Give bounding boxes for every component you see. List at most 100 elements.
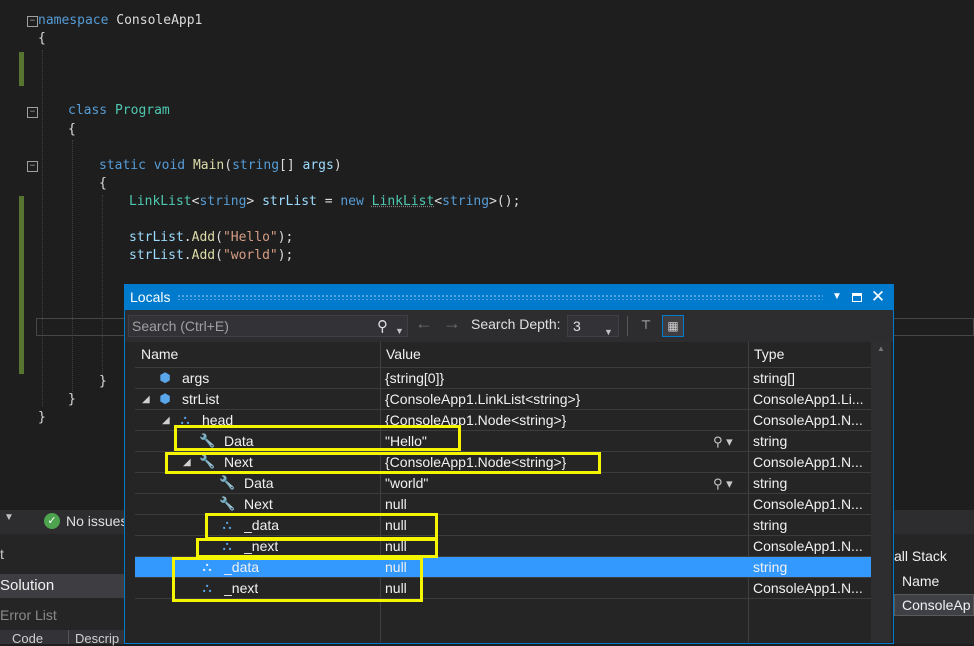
no-issues-label[interactable]: No issues [66,513,127,529]
row-name: Next [244,496,273,512]
highlight-box [174,425,461,451]
call-stack-frame-label: ConsoleAp [902,597,971,613]
row-type: ConsoleApp1.N... [753,412,863,428]
change-bar [19,52,24,86]
code-line: LinkList<string> strList = new LinkList<… [129,194,521,209]
variable-cube-icon: ⬢ [159,370,171,385]
solution-tab-label: Solution [0,577,55,594]
collapse-icon[interactable]: − [27,161,38,172]
row-type: string[] [753,370,796,386]
row-value[interactable]: {ConsoleApp1.LinkList<string>} [385,389,580,410]
solution-tab[interactable]: Solution [0,574,124,598]
row-value[interactable]: {string[0]} [385,368,444,389]
name-column-header[interactable]: Name [141,342,178,366]
code-line: } [68,392,76,407]
search-input[interactable]: Search (Ctrl+E) ⚲ ▼ [128,315,408,337]
row-name: args [182,370,210,386]
code-line: strList.Add("world"); [129,248,294,263]
highlight-box [165,452,601,474]
row-type: string [753,433,788,449]
property-wrench-icon: 🔧 [219,475,236,490]
row-type: ConsoleApp1.Li... [753,391,864,407]
call-stack-tab[interactable]: all Stack [894,548,947,564]
change-bar [19,196,24,374]
code-line: } [99,374,107,389]
call-stack-row[interactable]: ConsoleAp [894,594,974,616]
expanded-arrow-icon[interactable]: ◢ [142,389,150,410]
call-stack-header: Name [894,570,974,594]
search-depth-select[interactable]: 3 ▼ [567,315,619,337]
close-icon[interactable]: ✕ [869,288,887,306]
drag-grip[interactable] [177,294,823,300]
vertical-scrollbar[interactable]: ▲ [871,342,891,642]
code-line: { [38,31,46,46]
row-value[interactable]: "world" [385,473,428,494]
locals-row[interactable]: 🔧 Data "world" ⚲ ▾ string [135,473,873,494]
code-line: { [99,176,107,191]
check-circle-icon: ✓ [44,513,60,529]
name-column-header[interactable]: Name [902,573,939,589]
search-depth-value: 3 [573,318,581,334]
property-wrench-icon: 🔧 [219,496,236,511]
search-icon[interactable]: ⚲ [377,317,388,337]
row-value[interactable]: null [385,494,407,515]
visualizer-magnifier-icon[interactable]: ⚲ ▾ [713,431,733,452]
code-line: namespace ConsoleApp1 [38,13,203,28]
row-type: ConsoleApp1.N... [753,454,863,470]
highlight-box [196,538,438,558]
locals-row[interactable]: 🔧 Next null ConsoleApp1.N... [135,494,873,515]
row-type: string [753,517,788,533]
highlight-box [205,513,438,540]
row-divider [135,493,873,494]
collapse-icon[interactable]: − [27,16,38,27]
toolbar-separator [627,316,628,336]
scroll-up-arrow-icon[interactable]: ▲ [877,344,885,353]
code-line: class Program [68,103,170,118]
search-placeholder: Search (Ctrl+E) [132,318,229,334]
row-type: string [753,559,788,575]
row-type: string [753,475,788,491]
maximize-icon[interactable] [848,288,866,306]
indent-guide [72,140,73,396]
error-list-tab[interactable]: Error List [0,607,57,623]
indent-guide [102,195,103,375]
call-stack-panel: all Stack Name ConsoleAp [894,534,974,644]
window-menu-arrow-icon[interactable]: ▼ [828,288,846,306]
row-divider [135,409,873,410]
visualizer-magnifier-icon[interactable]: ⚲ ▾ [713,473,733,494]
panel-edge-text: t [0,546,4,562]
locals-title: Locals [130,289,171,305]
solution-panel: t Solution Error List Code Descrip [0,534,124,646]
back-arrow-icon[interactable]: ← [415,313,433,334]
collapse-icon[interactable]: − [27,107,38,118]
row-divider [135,388,873,389]
chevron-down-icon: ▼ [604,327,613,337]
row-type: ConsoleApp1.N... [753,580,863,596]
column-divider [68,630,69,644]
row-name: Data [244,475,274,491]
highlight-box [172,557,423,602]
row-name: strList [182,391,220,407]
code-line: { [68,122,76,137]
value-column-header[interactable]: Value [386,342,421,366]
code-line: static void Main(string[] args) [99,158,342,173]
row-divider [135,367,873,368]
locals-title-bar[interactable]: Locals ▼ ✕ [125,285,893,310]
expanded-arrow-icon[interactable]: ◢ [162,410,170,431]
row-type: ConsoleApp1.N... [753,538,863,554]
dropdown-arrow-icon[interactable]: ▼ [4,512,14,523]
code-line: } [38,410,46,425]
forward-arrow-icon[interactable]: → [443,313,461,334]
error-list-header: Code Descrip [0,630,124,646]
type-column-header[interactable]: Type [754,342,784,366]
hex-display-toggle-icon[interactable]: ▦ [662,315,684,337]
pin-filter-icon[interactable]: ⊤ [635,315,657,337]
locals-row[interactable]: ⬢ args {string[0]} string[] [135,368,873,389]
search-depth-label: Search Depth: [471,316,561,332]
search-options-arrow-icon[interactable]: ▼ [395,321,404,341]
locals-row[interactable]: ◢ ⬢ strList {ConsoleApp1.LinkList<string… [135,389,873,410]
row-type: ConsoleApp1.N... [753,496,863,512]
variable-cube-icon: ⬢ [159,391,171,406]
locals-toolbar: Search (Ctrl+E) ⚲ ▼ ← → Search Depth: 3 … [125,310,893,342]
indent-guide [42,50,43,406]
